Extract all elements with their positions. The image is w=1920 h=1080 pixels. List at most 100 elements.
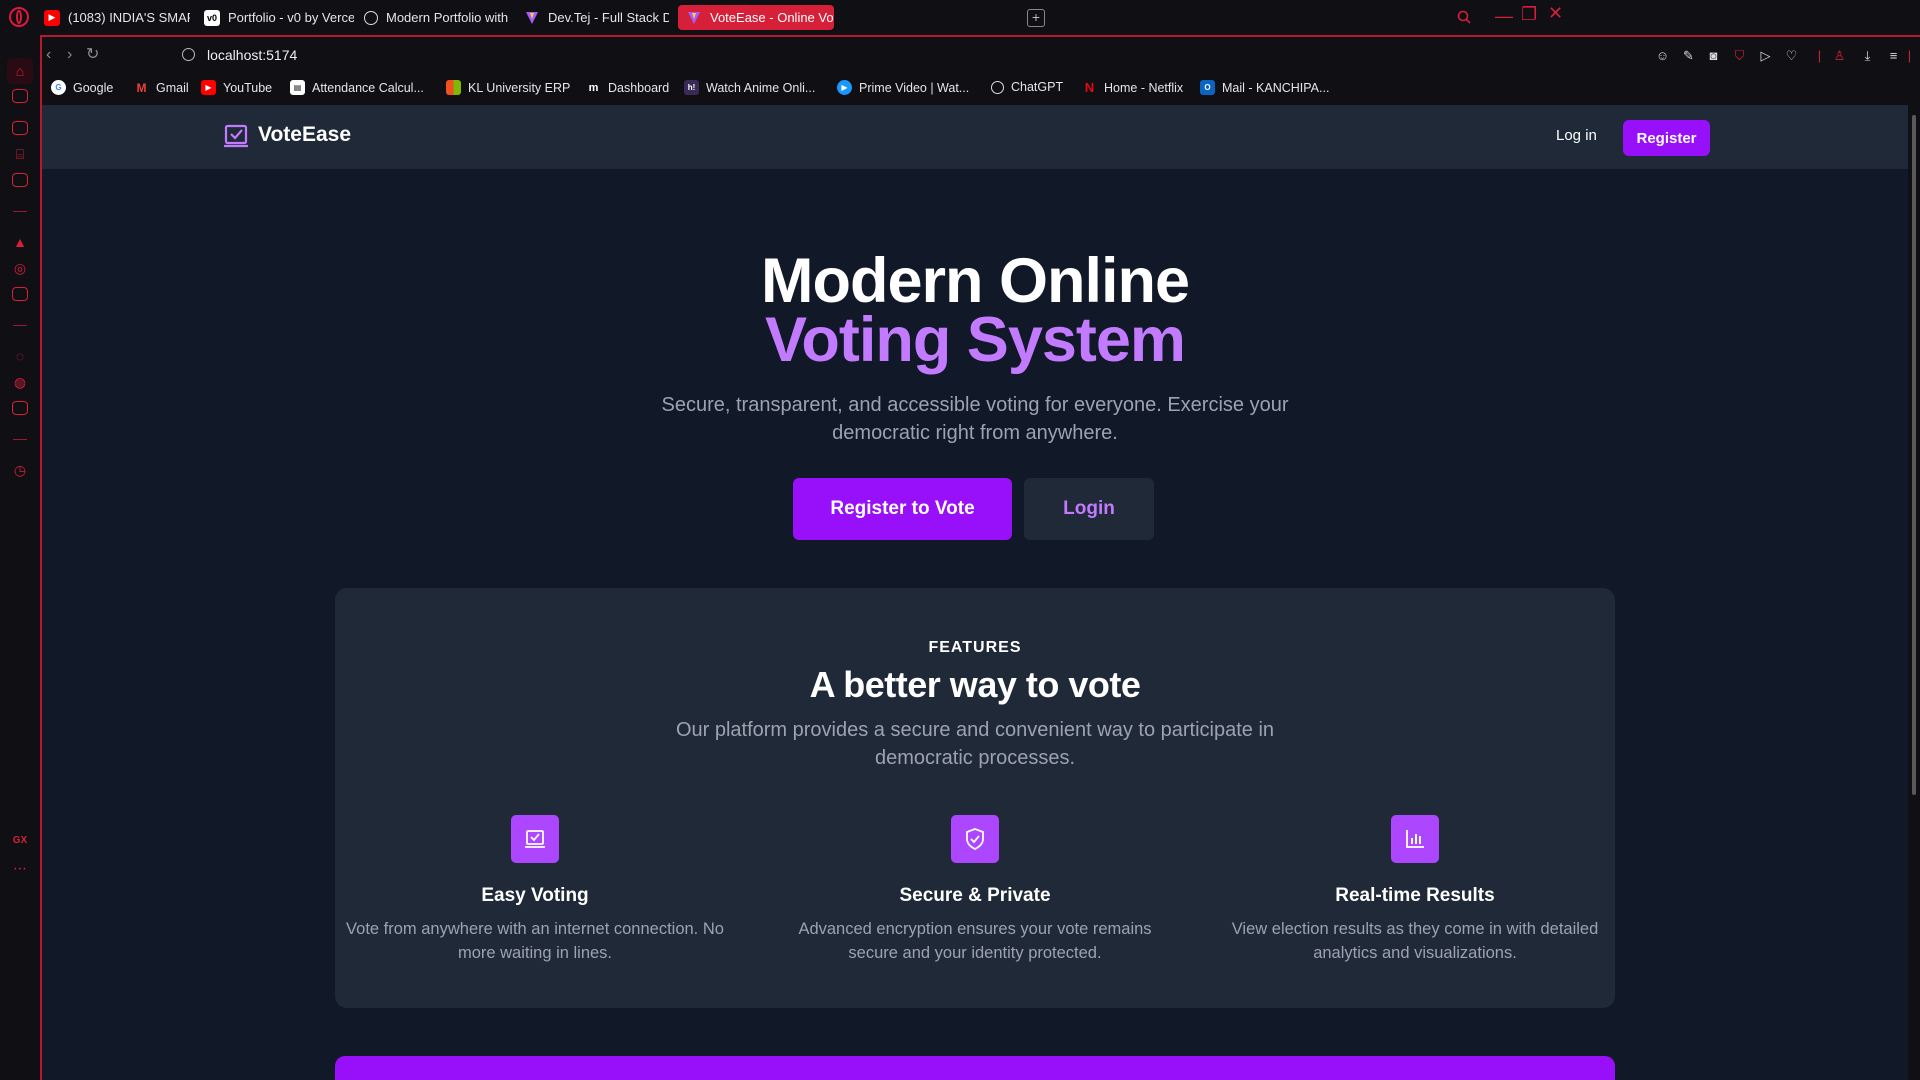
bookmark-chatgpt[interactable]: ChatGPT bbox=[991, 80, 1063, 94]
send-icon[interactable]: ▷ bbox=[1758, 48, 1773, 63]
twitch-icon[interactable]: ⌸ bbox=[11, 145, 29, 163]
download-icon[interactable]: ⤓ bbox=[1860, 48, 1875, 63]
outlook-icon: O bbox=[1200, 80, 1215, 95]
tab-title: (1083) INDIA'S SMARTEST bbox=[68, 10, 190, 25]
chatgpt-icon bbox=[364, 10, 378, 25]
feature-card-secure-private: Secure & Private Advanced encryption ens… bbox=[775, 815, 1175, 965]
sidebar-separator bbox=[13, 439, 27, 440]
sidebar-separator bbox=[13, 325, 27, 326]
messenger-icon[interactable]: ◌ bbox=[11, 347, 29, 365]
cta-banner bbox=[335, 1056, 1615, 1080]
site-info-icon[interactable] bbox=[182, 48, 195, 61]
calculator-icon: ▤ bbox=[290, 80, 305, 95]
tab-title: VoteEase - Online Voting S bbox=[710, 10, 834, 25]
emoji-icon[interactable]: ☺ bbox=[1655, 48, 1670, 63]
tab-devtej[interactable]: Dev.Tej - Full Stack Develo bbox=[524, 5, 669, 30]
bookmark-gmail[interactable]: M Gmail bbox=[134, 80, 189, 95]
vite-icon bbox=[686, 10, 702, 26]
heart-icon[interactable]: ♡ bbox=[1784, 48, 1799, 63]
feature-title: Real-time Results bbox=[1335, 885, 1495, 906]
features-section: FEATURES A better way to vote Our platfo… bbox=[335, 588, 1615, 1008]
reload-icon[interactable]: ↻ bbox=[86, 44, 99, 64]
v0-icon: v0 bbox=[204, 9, 220, 26]
address-bar: ‹ › ↻ localhost:5174 ☺ ✎ ◙ ⛉ ▷ ♡ | ♙ ⤓ ≡… bbox=[42, 37, 1920, 74]
bookmark-netflix[interactable]: N Home - Netflix bbox=[1082, 80, 1183, 95]
feature-card-realtime-results: Real-time Results View election results … bbox=[1215, 815, 1615, 965]
tab-youtube[interactable]: ▶ (1083) INDIA'S SMARTEST bbox=[44, 5, 190, 30]
netflix-icon: N bbox=[1084, 80, 1095, 95]
news-icon[interactable] bbox=[12, 173, 28, 187]
bookmark-label: YouTube bbox=[223, 80, 273, 95]
bookmark-youtube[interactable]: ▶ YouTube bbox=[201, 80, 272, 95]
bookmarks-bar: G Google M Gmail ▶ YouTube ▤ Attendance … bbox=[42, 74, 1920, 105]
prime-video-icon: ▶ bbox=[837, 80, 852, 95]
features-title: A better way to vote bbox=[809, 664, 1141, 705]
gmail-icon: M bbox=[136, 80, 147, 95]
scrollbar-thumb[interactable] bbox=[1912, 115, 1916, 795]
feature-text: Vote from anywhere with an internet conn… bbox=[346, 920, 724, 962]
bookmark-label: Attendance Calcul... bbox=[312, 80, 424, 95]
profile-icon[interactable]: ♙ bbox=[1832, 48, 1847, 63]
browser-sidebar: ⌂ ⌸ ▲ ◎ ◌ ◍ ◷ GX ⋯ bbox=[0, 35, 40, 1080]
bookmark-label: Home - Netflix bbox=[1104, 80, 1184, 95]
features-description: Our platform provides a secure and conve… bbox=[675, 719, 1275, 769]
close-icon[interactable]: ✕ bbox=[1548, 3, 1563, 24]
hero-login-button[interactable]: Login bbox=[1024, 478, 1154, 540]
snapshot-edit-icon[interactable]: ✎ bbox=[1681, 48, 1696, 63]
tab-chatgpt[interactable]: Modern Portfolio with Togg bbox=[364, 5, 508, 30]
youtube-icon: ▶ bbox=[44, 9, 60, 26]
chatgpt-icon bbox=[991, 80, 1004, 94]
bookmark-attendance[interactable]: ▤ Attendance Calcul... bbox=[290, 80, 424, 95]
restore-icon[interactable]: ❐ bbox=[1521, 4, 1537, 25]
menu-icon[interactable]: ≡ bbox=[1886, 48, 1901, 63]
bookmark-label: Mail - KANCHIPA... bbox=[1222, 80, 1330, 95]
new-tab-button[interactable]: + bbox=[1027, 9, 1045, 27]
adblock-shield-icon[interactable]: ⛉ bbox=[1732, 48, 1747, 63]
feature-card-easy-voting: Easy Voting Vote from anywhere with an i… bbox=[335, 815, 735, 965]
controller-icon[interactable] bbox=[12, 121, 28, 135]
bookmark-anime[interactable]: h! Watch Anime Onli... bbox=[684, 80, 815, 95]
ballot-check-icon bbox=[511, 815, 559, 863]
shield-check-icon bbox=[951, 815, 999, 863]
minimize-icon[interactable]: — bbox=[1495, 6, 1513, 27]
vite-icon bbox=[524, 10, 540, 26]
browser-tab-bar: ▶ (1083) INDIA'S SMARTEST v0 Portfolio -… bbox=[0, 0, 1920, 35]
sidebar-separator bbox=[13, 211, 27, 212]
instagram-icon[interactable] bbox=[12, 401, 28, 415]
whatsapp-icon[interactable]: ◍ bbox=[11, 373, 29, 391]
bookmark-kl-erp[interactable]: KL University ERP bbox=[446, 80, 570, 95]
nav-register-button[interactable]: Register bbox=[1623, 120, 1710, 156]
page-scrollbar[interactable] bbox=[1908, 105, 1920, 1080]
bookmark-label: Dashboard bbox=[608, 80, 670, 95]
bookmark-label: ChatGPT bbox=[1011, 80, 1064, 94]
bookmark-dashboard[interactable]: m Dashboard bbox=[586, 80, 670, 95]
hero-subtitle: Secure, transparent, and accessible voti… bbox=[661, 394, 1289, 444]
features-kicker: FEATURES bbox=[928, 639, 1022, 656]
nav-login-link[interactable]: Log in bbox=[1556, 127, 1597, 144]
forward-icon[interactable]: › bbox=[67, 46, 72, 64]
url-field[interactable]: localhost:5174 bbox=[207, 47, 297, 63]
feature-title: Secure & Private bbox=[899, 885, 1051, 906]
tab-v0[interactable]: v0 Portfolio - v0 by Vercel bbox=[204, 5, 354, 30]
more-icon[interactable]: ⋯ bbox=[11, 859, 29, 877]
register-to-vote-button[interactable]: Register to Vote bbox=[793, 478, 1012, 540]
search-icon[interactable] bbox=[1457, 8, 1471, 29]
tab-title: Modern Portfolio with Togg bbox=[386, 10, 508, 25]
home-icon[interactable]: ⌂ bbox=[11, 62, 29, 80]
bookmark-label: KL University ERP bbox=[468, 80, 571, 95]
gamepad-icon[interactable] bbox=[12, 89, 28, 103]
bar-chart-icon bbox=[1391, 815, 1439, 863]
bookmark-google[interactable]: G Google bbox=[51, 80, 113, 95]
bookmark-outlook[interactable]: O Mail - KANCHIPA... bbox=[1200, 80, 1329, 95]
aria-icon[interactable]: ▲ bbox=[11, 233, 29, 251]
history-icon[interactable]: ◷ bbox=[11, 461, 29, 479]
brand-logo[interactable]: VoteEase bbox=[224, 123, 351, 148]
opera-logo-icon[interactable] bbox=[9, 7, 29, 27]
bookmark-prime-video[interactable]: ▶ Prime Video | Wat... bbox=[837, 80, 969, 95]
camera-icon[interactable]: ◙ bbox=[1706, 48, 1721, 63]
chatgpt-sidebar-icon[interactable]: ◎ bbox=[11, 259, 29, 277]
bookmark-label: Watch Anime Onli... bbox=[706, 80, 816, 95]
tab-voteease[interactable]: VoteEase - Online Voting S bbox=[678, 5, 834, 30]
back-icon[interactable]: ‹ bbox=[46, 46, 51, 64]
discord-icon[interactable] bbox=[12, 287, 28, 301]
